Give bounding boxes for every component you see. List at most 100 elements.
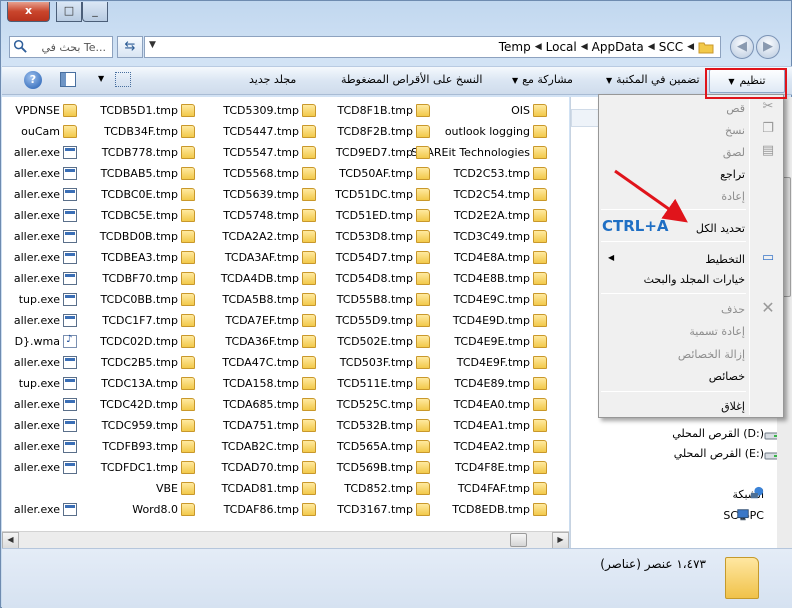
back-button[interactable]: ▶	[756, 35, 780, 59]
file-item[interactable]: TCD852.tmp	[319, 479, 431, 500]
new-folder-button[interactable]: مجلد جديد	[249, 73, 296, 86]
file-item[interactable]: TCD569B.tmp	[319, 458, 431, 479]
forward-button[interactable]: ◀	[730, 35, 754, 59]
file-item[interactable]: TCDA7EF.tmp	[202, 311, 317, 332]
file-item[interactable]: TCD2E2A.tmp	[414, 206, 548, 227]
file-item[interactable]: TCDA751.tmp	[202, 416, 317, 437]
file-item[interactable]: aller.exe	[14, 311, 78, 332]
file-item[interactable]: TCD50AF.tmp	[319, 164, 431, 185]
file-item[interactable]: TCD532B.tmp	[319, 416, 431, 437]
refresh-button[interactable]: ⇆	[117, 36, 143, 58]
file-item[interactable]: aller.exe	[14, 353, 78, 374]
file-item[interactable]: VPDNSE	[15, 101, 78, 122]
file-item[interactable]: TCDB34F.tmp	[76, 122, 196, 143]
file-item[interactable]: TCDA4DB.tmp	[202, 269, 317, 290]
file-item[interactable]: OIS	[414, 101, 548, 122]
change-view-icon[interactable]	[115, 72, 131, 87]
file-item[interactable]: TCD8F2B.tmp	[319, 122, 431, 143]
file-item[interactable]: aller.exe	[14, 143, 78, 164]
menu-item-undo[interactable]: تراجع	[720, 168, 745, 181]
file-item[interactable]: TCDC1F7.tmp	[76, 311, 196, 332]
file-item[interactable]: TCD4E8A.tmp	[414, 248, 548, 269]
file-item[interactable]: TCDAD81.tmp	[202, 479, 317, 500]
file-item[interactable]: TCDAD70.tmp	[202, 458, 317, 479]
file-item[interactable]: TCDC0BB.tmp	[76, 290, 196, 311]
file-item[interactable]: outlook logging	[414, 122, 548, 143]
address-history-dropdown[interactable]: ▼	[149, 40, 156, 50]
file-item[interactable]: TCD511E.tmp	[319, 374, 431, 395]
file-item[interactable]: TCD5568.tmp	[202, 164, 317, 185]
maximize-button[interactable]: □	[56, 2, 82, 22]
file-item[interactable]: TCDC13A.tmp	[76, 374, 196, 395]
file-item[interactable]: TCD4E9E.tmp	[414, 332, 548, 353]
menu-item-folder-options[interactable]: خيارات المجلد والبحث	[644, 273, 745, 286]
file-item[interactable]: aller.exe	[14, 206, 78, 227]
file-item[interactable]: VBE	[76, 479, 196, 500]
preview-pane-icon[interactable]	[60, 72, 76, 87]
address-bar[interactable]: ▼ ◀ SCC ◀ AppData ◀ Local ◀ Temp	[144, 36, 721, 58]
file-item[interactable]: TCD5547.tmp	[202, 143, 317, 164]
file-item[interactable]: TCDBD0B.tmp	[76, 227, 196, 248]
close-button[interactable]: x	[7, 2, 50, 22]
file-item[interactable]: TCD4E9D.tmp	[414, 311, 548, 332]
file-item[interactable]: TCD502E.tmp	[319, 332, 431, 353]
file-item[interactable]: aller.exe	[14, 500, 78, 521]
file-item[interactable]: TCDC2B5.tmp	[76, 353, 196, 374]
help-icon[interactable]: ?	[24, 71, 42, 89]
file-item[interactable]: TCDBF70.tmp	[76, 269, 196, 290]
file-item[interactable]: aller.exe	[14, 227, 78, 248]
horizontal-scrollbar[interactable]: ◀ ▶	[2, 531, 569, 549]
file-item[interactable]: TCDFB93.tmp	[76, 437, 196, 458]
file-item[interactable]: aller.exe	[14, 437, 78, 458]
file-item[interactable]: tup.exe	[18, 374, 78, 395]
file-item[interactable]: aller.exe	[14, 395, 78, 416]
file-item[interactable]: ouCam	[18, 122, 78, 143]
nav-item-drive-e[interactable]: القرص المحلي (E:)	[674, 447, 764, 460]
minimize-button[interactable]: _	[82, 2, 108, 22]
menu-item-rename[interactable]: إعادة تسمية	[689, 325, 745, 338]
file-item[interactable]: TCD4F8E.tmp	[414, 458, 548, 479]
file-item[interactable]: TCD4E9F.tmp	[414, 353, 548, 374]
menu-item-cut[interactable]: قص	[726, 102, 745, 115]
file-item[interactable]: TCD4E9C.tmp	[414, 290, 548, 311]
scrollbar-thumb[interactable]	[510, 533, 527, 547]
breadcrumb-separator[interactable]: ◀	[535, 42, 542, 52]
file-item[interactable]: TCD2C54.tmp	[414, 185, 548, 206]
breadcrumb-scc[interactable]: SCC	[659, 40, 683, 54]
file-item[interactable]: TCDA685.tmp	[202, 395, 317, 416]
file-item[interactable]: TCDA47C.tmp	[202, 353, 317, 374]
file-item[interactable]: TCD2C53.tmp	[414, 164, 548, 185]
file-item[interactable]: TCDC42D.tmp	[76, 395, 196, 416]
file-item[interactable]: TCD54D8.tmp	[319, 269, 431, 290]
file-item[interactable]: TCDA36F.tmp	[202, 332, 317, 353]
breadcrumb-appdata[interactable]: AppData	[592, 40, 644, 54]
menu-item-paste[interactable]: لصق	[723, 146, 745, 159]
breadcrumb-temp[interactable]: Temp	[499, 40, 531, 54]
menu-item-remove-properties[interactable]: إزالة الخصائص	[678, 348, 745, 361]
file-item[interactable]: TCD3167.tmp	[319, 500, 431, 521]
file-item[interactable]: TCDFDC1.tmp	[76, 458, 196, 479]
menu-item-properties[interactable]: خصائص	[709, 370, 745, 383]
file-item[interactable]: TCD3C49.tmp	[414, 227, 548, 248]
file-item[interactable]: TCD503F.tmp	[319, 353, 431, 374]
file-item[interactable]	[18, 479, 78, 500]
file-item[interactable]: TCD51ED.tmp	[319, 206, 431, 227]
file-item[interactable]: aller.exe	[14, 248, 78, 269]
breadcrumb-local[interactable]: Local	[546, 40, 577, 54]
file-item[interactable]: aller.exe	[14, 269, 78, 290]
file-item[interactable]: Word8.0	[76, 500, 196, 521]
menu-item-delete[interactable]: حذف	[721, 303, 745, 316]
burn-button[interactable]: النسخ على الأقراص المضغوطة	[341, 73, 482, 86]
scroll-right-button[interactable]: ▶	[552, 532, 569, 549]
nav-item-drive-d[interactable]: القرص المحلي (D:)	[672, 427, 764, 440]
file-item[interactable]: TCDB5D1.tmp	[76, 101, 196, 122]
menu-item-copy[interactable]: نسخ	[725, 124, 745, 137]
file-item[interactable]: TCD5309.tmp	[202, 101, 317, 122]
file-item[interactable]: TCDA2A2.tmp	[202, 227, 317, 248]
file-item[interactable]: SHAREit Technologies	[411, 143, 548, 164]
file-item[interactable]: TCD565A.tmp	[319, 437, 431, 458]
file-item[interactable]: TCDA3AF.tmp	[202, 248, 317, 269]
file-item[interactable]: TCDAB2C.tmp	[202, 437, 317, 458]
file-item[interactable]: TCD4E89.tmp	[414, 374, 548, 395]
file-item[interactable]: TCDC959.tmp	[76, 416, 196, 437]
